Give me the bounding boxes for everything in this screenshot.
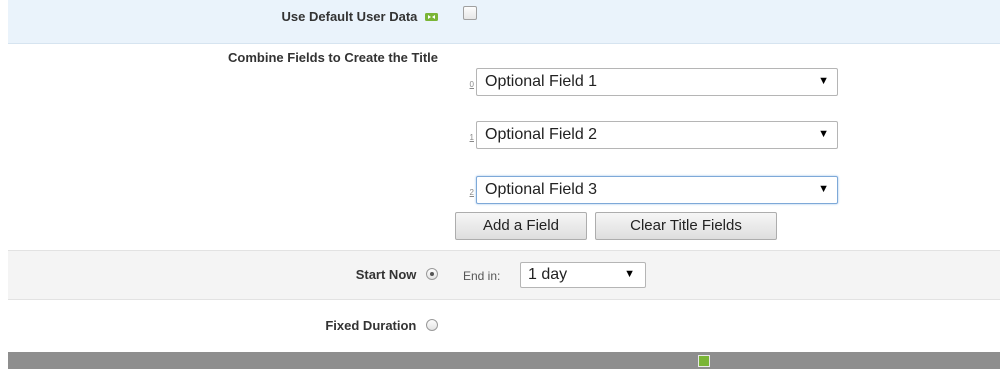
title-field-select[interactable]: Optional Field 1 ▼ xyxy=(476,68,838,96)
field-index: 1 xyxy=(469,133,474,142)
title-field-select[interactable]: Optional Field 3 ▼ xyxy=(476,176,838,204)
default-user-data-checkbox[interactable] xyxy=(463,6,477,20)
add-field-button[interactable]: Add a Field xyxy=(455,212,587,240)
dropdown-caret-icon: ▼ xyxy=(818,128,829,140)
title-field-value: Optional Field 2 xyxy=(485,126,598,143)
start-now-text: Start Now xyxy=(355,267,417,282)
help-icon[interactable] xyxy=(698,355,710,367)
fixed-duration-radio[interactable] xyxy=(426,319,438,331)
sync-icon xyxy=(425,13,438,21)
field-index: 2 xyxy=(469,188,474,197)
dropdown-caret-icon: ▼ xyxy=(818,75,829,87)
fixed-duration-row: Fixed Duration xyxy=(8,301,1000,351)
default-user-data-text: Use Default User Data xyxy=(281,9,418,24)
title-fields-label: Combine Fields to Create the Title xyxy=(228,50,438,65)
end-in-label: End in: xyxy=(463,269,501,283)
title-field-value: Optional Field 1 xyxy=(485,73,598,90)
field-index: 0 xyxy=(469,80,474,89)
title-field-select[interactable]: Optional Field 2 ▼ xyxy=(476,121,838,149)
start-now-row: Start Now End in: 1 day ▼ xyxy=(8,250,1000,300)
section-header-bar xyxy=(8,352,1000,369)
title-field-value: Optional Field 3 xyxy=(485,181,598,198)
default-user-data-row: Use Default User Data xyxy=(8,0,1000,44)
title-fields-row: Combine Fields to Create the Title 0 Opt… xyxy=(8,44,1000,244)
default-user-data-label: Use Default User Data xyxy=(282,9,438,24)
dropdown-caret-icon: ▼ xyxy=(624,268,635,280)
start-now-radio[interactable] xyxy=(426,268,438,280)
fixed-duration-text: Fixed Duration xyxy=(325,318,417,333)
end-in-select[interactable]: 1 day ▼ xyxy=(520,262,646,288)
clear-title-fields-button[interactable]: Clear Title Fields xyxy=(595,212,777,240)
end-in-value: 1 day xyxy=(528,266,568,283)
dropdown-caret-icon: ▼ xyxy=(818,183,829,195)
start-now-label: Start Now xyxy=(356,267,438,282)
fixed-duration-label: Fixed Duration xyxy=(325,318,438,333)
